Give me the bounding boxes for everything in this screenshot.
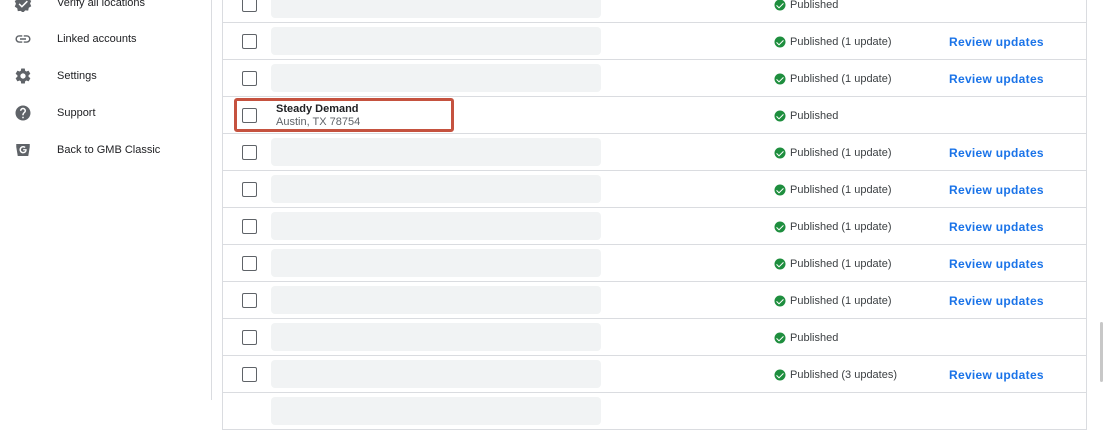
status-label: Published — [774, 0, 838, 23]
table-row[interactable]: Published (1 update) Review updates — [223, 208, 1086, 245]
sidebar-item-label: Back to GMB Classic — [57, 143, 161, 156]
status-text: Published (1 update) — [790, 72, 892, 85]
check-circle-icon — [774, 258, 786, 270]
status-text: Published (1 update) — [790, 35, 892, 48]
check-circle-icon — [774, 110, 786, 122]
location-placeholder — [271, 0, 601, 18]
table-row[interactable]: Published (1 update) Review updates — [223, 282, 1086, 319]
check-circle-icon — [774, 73, 786, 85]
table-row[interactable]: Published (3 updates) Review updates — [223, 356, 1086, 393]
status-label: Published (1 update) — [774, 245, 892, 282]
status-label: Published (1 update) — [774, 60, 892, 97]
gear-icon — [14, 67, 32, 85]
sidebar-item-back-to-gmb-classic[interactable]: Back to GMB Classic — [0, 131, 211, 168]
review-updates-link[interactable]: Review updates — [949, 356, 1044, 393]
review-updates-link[interactable]: Review updates — [949, 60, 1044, 97]
sidebar-item-label: Support — [57, 106, 96, 119]
check-circle-icon — [774, 147, 786, 159]
sidebar-item-verify-all-locations[interactable]: Verify all locations — [0, 0, 211, 21]
location-placeholder — [271, 323, 601, 351]
check-circle-icon — [774, 221, 786, 233]
sidebar-item-label: Linked accounts — [57, 32, 137, 45]
sidebar-item-linked-accounts[interactable]: Linked accounts — [0, 20, 211, 57]
location-placeholder — [271, 360, 601, 388]
review-updates-link[interactable]: Review updates — [949, 23, 1044, 60]
sidebar-item-label: Settings — [57, 69, 97, 82]
sidebar-item-settings[interactable]: Settings — [0, 57, 211, 94]
sidebar: Verify all locations Linked accounts Set… — [0, 0, 212, 400]
status-label: Published (1 update) — [774, 208, 892, 245]
location-placeholder — [271, 397, 601, 425]
row-checkbox[interactable] — [242, 145, 257, 160]
row-checkbox[interactable] — [242, 293, 257, 308]
row-checkbox[interactable] — [242, 0, 257, 12]
row-checkbox[interactable] — [242, 256, 257, 271]
sidebar-item-support[interactable]: Support — [0, 94, 211, 131]
row-checkbox[interactable] — [242, 330, 257, 345]
row-checkbox[interactable] — [242, 182, 257, 197]
check-circle-icon — [774, 369, 786, 381]
highlight-box — [234, 98, 454, 132]
status-label: Published (3 updates) — [774, 356, 897, 393]
status-label: Published — [774, 97, 838, 134]
check-circle-icon — [774, 0, 786, 11]
table-row[interactable]: Published (1 update) Review updates — [223, 245, 1086, 282]
status-text: Published (1 update) — [790, 146, 892, 159]
help-icon — [14, 104, 32, 122]
table-row[interactable] — [223, 393, 1086, 430]
check-circle-icon — [774, 36, 786, 48]
check-circle-icon — [774, 184, 786, 196]
status-label: Published (1 update) — [774, 134, 892, 171]
status-text: Published (3 updates) — [790, 368, 898, 381]
gmb-icon — [14, 141, 32, 159]
row-checkbox[interactable] — [242, 34, 257, 49]
link-icon — [14, 30, 32, 48]
status-label: Published (1 update) — [774, 171, 892, 208]
review-updates-link[interactable]: Review updates — [949, 245, 1044, 282]
verified-check-icon — [14, 0, 32, 12]
status-label: Published (1 update) — [774, 282, 892, 319]
location-placeholder — [271, 27, 601, 55]
status-label: Published — [774, 319, 838, 356]
location-placeholder — [271, 249, 601, 277]
review-updates-link[interactable]: Review updates — [949, 134, 1044, 171]
location-placeholder — [271, 138, 601, 166]
table-row[interactable]: Published (1 update) Review updates — [223, 23, 1086, 60]
table-row[interactable]: Published (1 update) Review updates — [223, 60, 1086, 97]
review-updates-link[interactable]: Review updates — [949, 282, 1044, 319]
row-checkbox[interactable] — [242, 71, 257, 86]
status-text: Published — [790, 331, 839, 344]
status-text: Published (1 update) — [790, 294, 892, 307]
location-placeholder — [271, 64, 601, 92]
table-row-steady-demand[interactable]: Steady Demand Austin, TX 78754 Published — [223, 97, 1086, 134]
status-text: Published (1 update) — [790, 220, 892, 233]
status-text: Published — [790, 0, 839, 11]
check-circle-icon — [774, 295, 786, 307]
review-updates-link[interactable]: Review updates — [949, 208, 1044, 245]
table-row[interactable]: Published — [223, 319, 1086, 356]
review-updates-link[interactable]: Review updates — [949, 171, 1044, 208]
status-text: Published (1 update) — [790, 183, 892, 196]
status-label: Published (1 update) — [774, 23, 892, 60]
sidebar-item-label: Verify all locations — [57, 0, 146, 9]
location-placeholder — [271, 212, 601, 240]
location-placeholder — [271, 286, 601, 314]
location-placeholder — [271, 175, 601, 203]
table-row[interactable]: Published (1 update) Review updates — [223, 171, 1086, 208]
table-row[interactable]: Published (1 update) Review updates — [223, 134, 1086, 171]
row-checkbox[interactable] — [242, 367, 257, 382]
locations-table: Published Published (1 update) Review up… — [222, 0, 1087, 430]
status-text: Published — [790, 109, 839, 122]
status-text: Published (1 update) — [790, 257, 892, 270]
row-checkbox[interactable] — [242, 219, 257, 234]
table-row[interactable]: Published — [223, 0, 1086, 23]
check-circle-icon — [774, 332, 786, 344]
